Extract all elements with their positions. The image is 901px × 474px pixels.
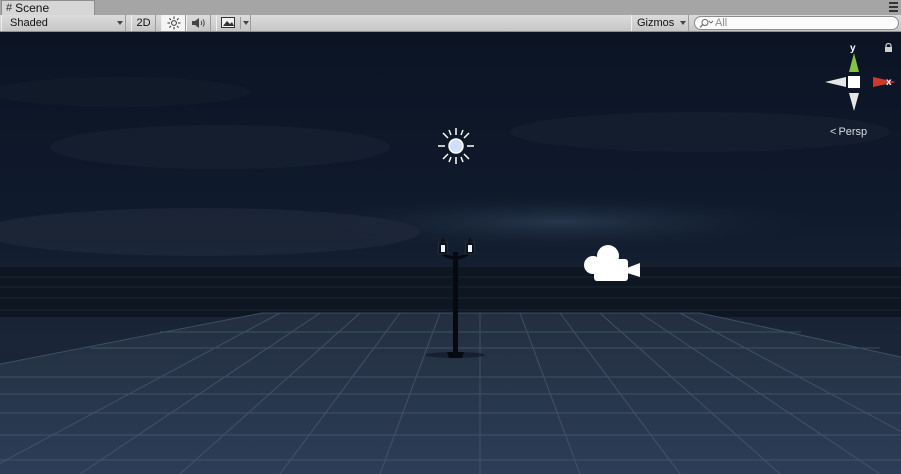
search-input[interactable]: All <box>694 16 899 30</box>
chevron-down-icon <box>680 21 686 25</box>
axis-neg-x-cone[interactable] <box>825 77 846 87</box>
audio-toggle-button[interactable] <box>186 15 211 31</box>
camera-icon[interactable] <box>582 242 642 286</box>
audio-icon <box>191 18 205 28</box>
toggle-2d-button[interactable]: 2D <box>131 15 156 31</box>
axis-x-label: x <box>886 77 892 88</box>
directional-light-icon[interactable] <box>435 125 477 167</box>
toggle-2d-label: 2D <box>136 17 151 29</box>
gizmos-label: Gizmos <box>637 17 675 29</box>
tab-scene[interactable]: # Scene <box>1 0 95 15</box>
lighting-toggle-button[interactable] <box>161 15 186 31</box>
street-lamp-icon[interactable] <box>435 232 477 360</box>
chevron-down-icon <box>243 21 249 25</box>
gizmos-dropdown[interactable]: Gizmos <box>631 15 689 31</box>
tab-scene-label: Scene <box>15 0 50 15</box>
axis-y-label: y <box>850 43 856 54</box>
axis-y-cone[interactable] <box>849 53 859 72</box>
image-effects-icon <box>221 17 235 28</box>
gizmo-center-cube[interactable] <box>848 76 860 88</box>
shading-mode-label: Shaded <box>10 17 48 29</box>
projection-label: Persp <box>838 126 868 138</box>
search-icon <box>699 19 713 28</box>
chevron-down-icon <box>117 21 123 25</box>
projection-toggle[interactable]: < Persp <box>830 126 867 138</box>
search-placeholder: All <box>715 17 728 29</box>
lock-icon[interactable] <box>884 43 893 53</box>
shading-mode-dropdown[interactable]: Shaded <box>1 15 126 31</box>
axis-neg-y-cone[interactable] <box>849 93 859 111</box>
persp-arrow-icon: < <box>830 126 837 138</box>
scene-toolbar: Shaded 2D Gizmos All <box>0 15 901 32</box>
effects-dropdown[interactable] <box>216 15 251 31</box>
split-divider <box>240 17 241 29</box>
scene-viewport[interactable]: y x < Persp <box>0 32 901 474</box>
axis-x-cone[interactable] <box>873 77 896 87</box>
scene-tab-icon: # <box>6 1 13 14</box>
light-icon <box>167 16 180 30</box>
tab-menu-icon[interactable] <box>889 2 898 12</box>
window-tab-bar: # Scene <box>0 0 901 16</box>
